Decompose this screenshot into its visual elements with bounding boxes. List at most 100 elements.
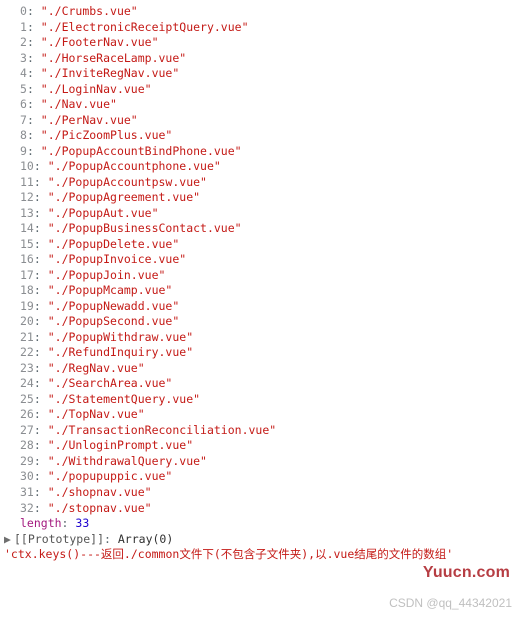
colon: : <box>27 66 41 80</box>
array-entry: 12: "./PopupAgreement.vue" <box>4 190 514 206</box>
entry-value: "./PopupAccountphone.vue" <box>48 159 221 173</box>
length-key: length <box>20 516 62 530</box>
expand-icon[interactable]: ▶ <box>4 532 14 548</box>
entry-value: "./PopupDelete.vue" <box>48 237 180 251</box>
entry-index: 10 <box>20 159 34 173</box>
entry-value: "./RefundInquiry.vue" <box>48 345 193 359</box>
colon: : <box>34 345 48 359</box>
entry-index: 22 <box>20 345 34 359</box>
entry-index: 2 <box>20 35 27 49</box>
entry-index: 29 <box>20 454 34 468</box>
entry-value: "./shopnav.vue" <box>48 485 152 499</box>
array-entry: 24: "./SearchArea.vue" <box>4 376 514 392</box>
entry-value: "./Nav.vue" <box>41 97 117 111</box>
entry-index: 30 <box>20 469 34 483</box>
entry-index: 24 <box>20 376 34 390</box>
colon: : <box>34 501 48 515</box>
entry-value: "./InviteRegNav.vue" <box>41 66 179 80</box>
array-entry: 5: "./LoginNav.vue" <box>4 82 514 98</box>
prototype-value: Array(0) <box>118 532 173 546</box>
entry-index: 12 <box>20 190 34 204</box>
entry-index: 19 <box>20 299 34 313</box>
colon: : <box>34 252 48 266</box>
array-entry: 31: "./shopnav.vue" <box>4 485 514 501</box>
array-entry: 1: "./ElectronicReceiptQuery.vue" <box>4 20 514 36</box>
array-entry: 4: "./InviteRegNav.vue" <box>4 66 514 82</box>
length-value: 33 <box>75 516 89 530</box>
watermark-primary: Yuucn.com <box>423 562 510 584</box>
entry-value: "./Crumbs.vue" <box>41 4 138 18</box>
entry-index: 6 <box>20 97 27 111</box>
entry-value: "./PopupNewadd.vue" <box>48 299 180 313</box>
entry-value: "./PopupAut.vue" <box>48 206 159 220</box>
array-entry: 0: "./Crumbs.vue" <box>4 4 514 20</box>
array-entry: 29: "./WithdrawalQuery.vue" <box>4 454 514 470</box>
entry-index: 11 <box>20 175 34 189</box>
colon: : <box>62 516 76 530</box>
entry-value: "./PopupAccountpsw.vue" <box>48 175 207 189</box>
entry-index: 25 <box>20 392 34 406</box>
colon: : <box>34 268 48 282</box>
colon: : <box>27 128 41 142</box>
colon: : <box>27 35 41 49</box>
colon: : <box>34 159 48 173</box>
colon: : <box>27 20 41 34</box>
array-entry: 6: "./Nav.vue" <box>4 97 514 113</box>
colon: : <box>104 532 118 546</box>
entry-value: "./RegNav.vue" <box>48 361 145 375</box>
colon: : <box>34 330 48 344</box>
array-entry: 27: "./TransactionReconciliation.vue" <box>4 423 514 439</box>
entry-value: "./WithdrawalQuery.vue" <box>48 454 207 468</box>
entry-index: 21 <box>20 330 34 344</box>
entry-index: 23 <box>20 361 34 375</box>
length-row: length: 33 <box>4 516 514 532</box>
entry-value: "./ElectronicReceiptQuery.vue" <box>41 20 249 34</box>
entry-index: 27 <box>20 423 34 437</box>
array-entry: 9: "./PopupAccountBindPhone.vue" <box>4 144 514 160</box>
colon: : <box>27 113 41 127</box>
colon: : <box>34 361 48 375</box>
array-entry: 22: "./RefundInquiry.vue" <box>4 345 514 361</box>
colon: : <box>34 392 48 406</box>
entry-index: 31 <box>20 485 34 499</box>
entry-value: "./PopupSecond.vue" <box>48 314 180 328</box>
colon: : <box>34 314 48 328</box>
entry-value: "./PopupBusinessContact.vue" <box>48 221 242 235</box>
colon: : <box>34 469 48 483</box>
entry-value: "./PopupJoin.vue" <box>48 268 166 282</box>
colon: : <box>34 283 48 297</box>
colon: : <box>34 190 48 204</box>
array-entry: 10: "./PopupAccountphone.vue" <box>4 159 514 175</box>
entry-index: 0 <box>20 4 27 18</box>
entry-value: "./PicZoomPlus.vue" <box>41 128 173 142</box>
entry-index: 14 <box>20 221 34 235</box>
prototype-label: [[Prototype]] <box>14 532 104 546</box>
prototype-row[interactable]: ▶[[Prototype]]: Array(0) <box>4 532 514 548</box>
entry-index: 3 <box>20 51 27 65</box>
array-entry: 30: "./popupuppic.vue" <box>4 469 514 485</box>
entry-value: "./TopNav.vue" <box>48 407 145 421</box>
array-entry: 23: "./RegNav.vue" <box>4 361 514 377</box>
inline-comment: 'ctx.keys()---返回./common文件下(不包含子文件夹),以.v… <box>4 547 514 563</box>
array-entry: 28: "./UnloginPrompt.vue" <box>4 438 514 454</box>
array-entry: 26: "./TopNav.vue" <box>4 407 514 423</box>
array-entry: 7: "./PerNav.vue" <box>4 113 514 129</box>
entry-index: 28 <box>20 438 34 452</box>
colon: : <box>34 454 48 468</box>
entry-index: 20 <box>20 314 34 328</box>
array-entry: 13: "./PopupAut.vue" <box>4 206 514 222</box>
entry-index: 5 <box>20 82 27 96</box>
entry-value: "./PopupWithdraw.vue" <box>48 330 193 344</box>
entry-value: "./PopupInvoice.vue" <box>48 252 186 266</box>
array-entry: 21: "./PopupWithdraw.vue" <box>4 330 514 346</box>
entry-index: 9 <box>20 144 27 158</box>
colon: : <box>34 175 48 189</box>
entry-value: "./PopupMcamp.vue" <box>48 283 173 297</box>
entry-value: "./PopupAccountBindPhone.vue" <box>41 144 242 158</box>
array-entry: 20: "./PopupSecond.vue" <box>4 314 514 330</box>
entry-index: 16 <box>20 252 34 266</box>
entry-value: "./PerNav.vue" <box>41 113 138 127</box>
entry-value: "./popupuppic.vue" <box>48 469 173 483</box>
array-entry: 8: "./PicZoomPlus.vue" <box>4 128 514 144</box>
entry-value: "./UnloginPrompt.vue" <box>48 438 193 452</box>
